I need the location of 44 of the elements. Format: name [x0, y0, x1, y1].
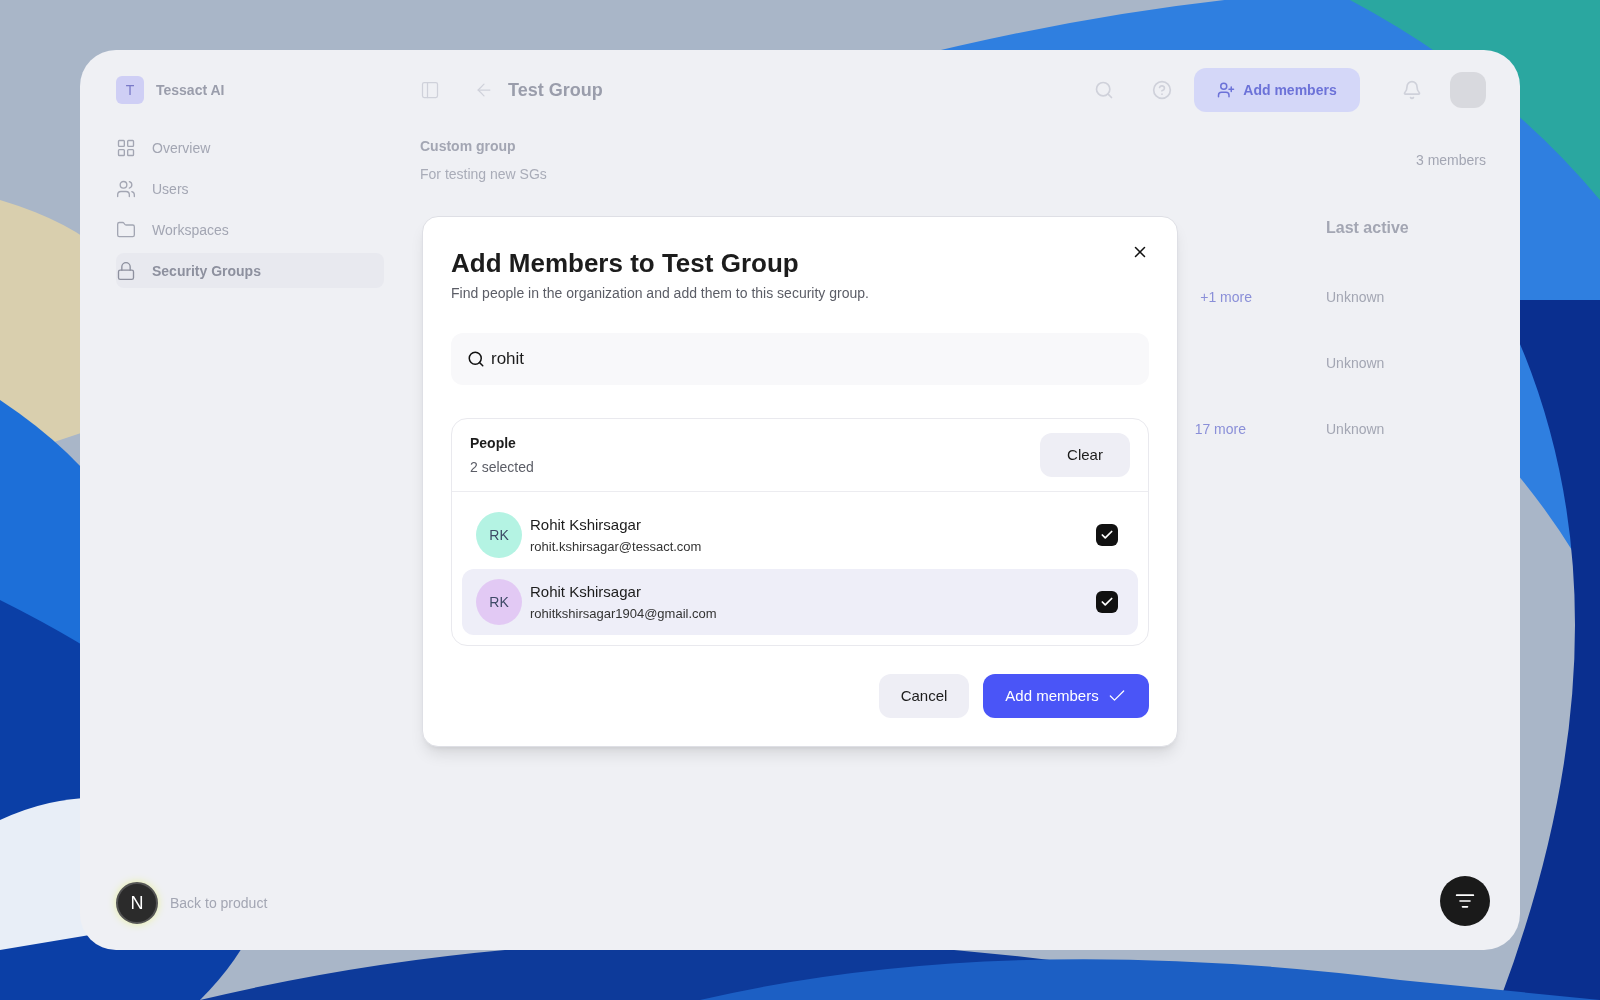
- person-name: Rohit Kshirsagar: [530, 582, 642, 602]
- cancel-button[interactable]: Cancel: [879, 674, 969, 718]
- user-plus-icon: [1217, 81, 1236, 99]
- dev-badge[interactable]: N: [116, 882, 158, 924]
- bell-icon[interactable]: [1402, 80, 1422, 100]
- table-cell-text: Unknown: [1326, 288, 1386, 307]
- more-tag: 17 more: [1194, 419, 1246, 439]
- check-icon: [1100, 595, 1114, 609]
- folder-icon: [116, 219, 136, 240]
- check-icon: [1100, 528, 1114, 542]
- checkbox[interactable]: [1096, 591, 1118, 613]
- add-members-button[interactable]: Add members: [983, 674, 1149, 718]
- selected-count: 2 selected: [470, 458, 534, 477]
- avatar: RK: [476, 579, 522, 625]
- users-icon: [116, 178, 136, 199]
- app-name: Tessact AI: [156, 81, 225, 100]
- lock-icon: [116, 260, 136, 281]
- search-icon: [467, 350, 485, 368]
- table-cell-text: Unknown: [1326, 420, 1386, 439]
- member-count: 3 members: [1415, 151, 1486, 170]
- person-email: rohitkshirsagar1904@gmail.com: [530, 604, 717, 623]
- more-tag: +1 more: [1200, 287, 1252, 307]
- search-field[interactable]: rohit: [451, 333, 1149, 385]
- group-type: Custom group: [420, 137, 517, 156]
- dialog-subtitle: Find people in the organization and add them to this security group.: [451, 284, 870, 303]
- group-description: For testing new SGs: [420, 165, 547, 184]
- person-email: rohit.kshirsagar@tessact.com: [530, 537, 702, 556]
- add-members-button[interactable]: Add members: [1194, 68, 1360, 112]
- table-cell-text: Unknown: [1326, 354, 1386, 373]
- avatar: RK: [476, 512, 522, 558]
- clear-button[interactable]: Clear: [1040, 433, 1130, 477]
- grid-icon: [116, 137, 136, 158]
- person-name: Rohit Kshirsagar: [530, 515, 642, 535]
- logo: T: [116, 76, 144, 104]
- person-row[interactable]: RK Rohit Kshirsagar rohitkshirsagar1904@gmail.com: [462, 569, 1138, 635]
- help-icon[interactable]: [1152, 80, 1172, 100]
- column-header: Last active: [1326, 218, 1410, 238]
- checkbox[interactable]: [1096, 524, 1118, 546]
- sidebar-toggle-icon[interactable]: [420, 80, 440, 100]
- page-title: Test Group: [508, 79, 603, 102]
- assistant-button[interactable]: [1440, 876, 1490, 926]
- search-icon[interactable]: [1094, 80, 1114, 100]
- people-heading: People: [470, 434, 517, 453]
- dialog-title: Add Members to Test Group: [451, 247, 800, 280]
